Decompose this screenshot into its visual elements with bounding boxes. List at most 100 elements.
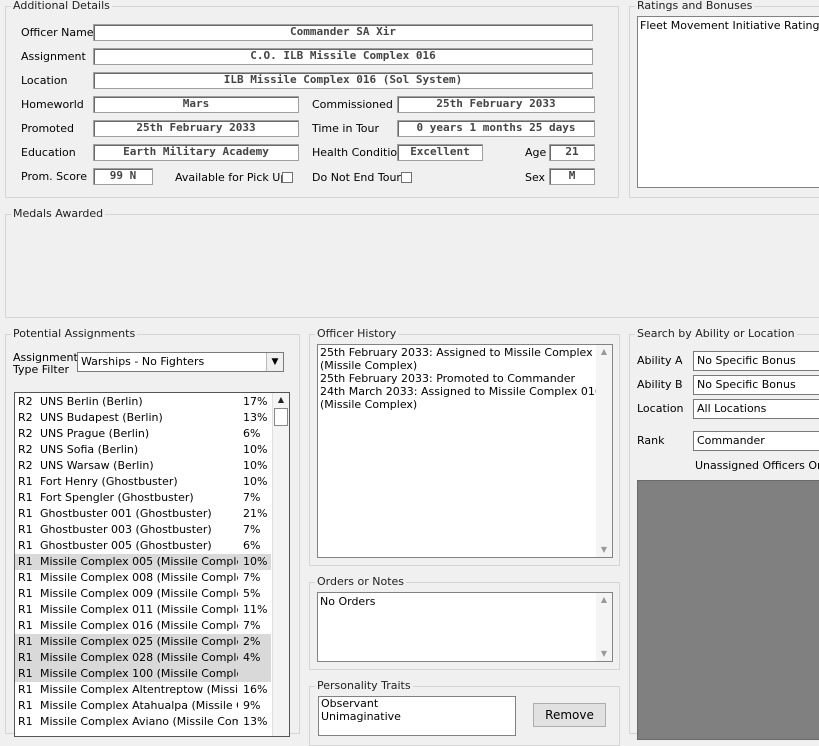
assignment-row[interactable]: R1 Fort Henry (Ghostbuster) 10% — [15, 474, 271, 490]
rating-line: Fleet Movement Initiative Rating 135 — [640, 19, 819, 32]
assignment-row[interactable]: R1 Missile Complex 005 (Missile Complex) 1… — [15, 554, 271, 570]
do-not-end-tour-checkbox[interactable] — [401, 172, 412, 183]
assignment-row[interactable]: R1 Missile Complex 016 (Missile Complex) 7… — [15, 618, 271, 634]
officer-name-field[interactable]: Commander SA Xir — [93, 24, 593, 41]
homeworld-field[interactable]: Mars — [93, 96, 299, 113]
age-field[interactable]: 21 — [549, 144, 595, 161]
scroll-down-icon[interactable]: ▼ — [596, 543, 612, 557]
chevron-down-icon[interactable]: ▼ — [266, 353, 283, 371]
assignment-row[interactable]: R1 Ghostbuster 003 (Ghostbuster) 7% — [15, 522, 271, 538]
search-title: Search by Ability or Location — [635, 327, 797, 340]
assignment-row[interactable]: R1 Missile Complex Altentreptow (Missile … — [15, 682, 271, 698]
officer-results-panel[interactable] — [637, 480, 819, 740]
scroll-down-icon[interactable]: ▼ — [596, 647, 612, 661]
officer-history-box[interactable]: 25th February 2033: Assigned to Missile … — [317, 344, 613, 558]
rank-dropdown[interactable]: Commander — [693, 431, 819, 451]
assignment-name: Fort Henry (Ghostbuster) — [40, 475, 178, 488]
assignment-rank: R2 — [18, 459, 33, 472]
assignment-row[interactable]: R2 UNS Warsaw (Berlin) 10% — [15, 458, 271, 474]
sex-field[interactable]: M — [549, 168, 595, 185]
assignment-rank: R1 — [18, 699, 33, 712]
assignment-row[interactable]: R1 Ghostbuster 005 (Ghostbuster) 6% — [15, 538, 271, 554]
prom-score-field[interactable]: 99 N — [93, 168, 153, 185]
promoted-field[interactable]: 25th February 2033 — [93, 120, 299, 137]
assignment-rank: R2 — [18, 427, 33, 440]
assignment-name: Missile Complex Atahualpa (Missile Compl… — [40, 699, 238, 712]
orders-notes-box[interactable]: No Orders ▲ ▼ — [317, 592, 613, 662]
trait-item[interactable]: Observant — [319, 697, 515, 710]
assignment-rank: R1 — [18, 587, 33, 600]
assignment-row[interactable]: R2 UNS Sofia (Berlin) 10% — [15, 442, 271, 458]
assignment-rank: R1 — [18, 491, 33, 504]
prom-score-label: Prom. Score — [21, 170, 87, 183]
assignment-percent: 6% — [243, 539, 261, 552]
commissioned-field[interactable]: 25th February 2033 — [397, 96, 595, 113]
ratings-box[interactable]: Fleet Movement Initiative Rating 135 — [637, 16, 819, 188]
orders-text: No Orders — [320, 595, 376, 608]
assignment-row[interactable]: R1 Missile Complex 009 (Missile Complex) 5… — [15, 586, 271, 602]
assignment-row[interactable]: R1 Missile Complex Atahualpa (Missile Com… — [15, 698, 271, 714]
scroll-up-icon[interactable]: ▲ — [596, 593, 612, 607]
assignment-row[interactable]: R2 UNS Berlin (Berlin) 17% — [15, 394, 271, 410]
assignment-row[interactable]: R1 Missile Complex Aviano (Missile Comple… — [15, 714, 271, 730]
assignments-scrollbar[interactable]: ▲ — [272, 393, 289, 736]
trait-item[interactable]: Unimaginative — [319, 710, 515, 723]
scroll-thumb[interactable] — [274, 408, 288, 426]
scroll-up-icon[interactable]: ▲ — [596, 345, 612, 359]
assignment-percent: 4% — [243, 651, 261, 664]
assignment-name: Missile Complex Aviano (Missile Complex) — [40, 715, 238, 728]
assignment-name: Missile Complex 016 (Missile Complex) — [40, 619, 238, 632]
officer-history-title: Officer History — [315, 327, 399, 340]
assignment-row[interactable]: R2 UNS Budapest (Berlin) 13% — [15, 410, 271, 426]
assignment-row[interactable]: R1 Missile Complex 011 (Missile Complex) 1… — [15, 602, 271, 618]
ability-b-dropdown[interactable]: No Specific Bonus — [693, 375, 819, 395]
ability-b-label: Ability B — [637, 378, 683, 391]
assignment-rank: R1 — [18, 571, 33, 584]
assignment-name: UNS Budapest (Berlin) — [40, 411, 163, 424]
assignment-rank: R1 — [18, 555, 33, 568]
assignment-percent: 16% — [243, 683, 268, 696]
type-filter-dropdown[interactable]: Warships - No Fighters ▼ — [77, 352, 284, 372]
assignment-rank: R1 — [18, 619, 33, 632]
history-scrollbar[interactable]: ▲ ▼ — [596, 345, 612, 557]
assignment-rank: R2 — [18, 443, 33, 456]
assignments-list[interactable]: R2 UNS Berlin (Berlin) 17% R2 UNS Budapest (… — [14, 392, 290, 737]
assignment-name: Fort Spengler (Ghostbuster) — [40, 491, 194, 504]
assignment-row[interactable]: R1 Ghostbuster 001 (Ghostbuster) 21% — [15, 506, 271, 522]
assignment-row[interactable]: R1 Missile Complex 100 (Missile Complex) — [15, 666, 271, 682]
assignment-field[interactable]: C.O. ILB Missile Complex 016 — [93, 48, 593, 65]
location-label: Location — [21, 74, 68, 87]
assignment-percent: 10% — [243, 459, 268, 472]
health-field[interactable]: Excellent — [397, 144, 483, 161]
assignment-name: UNS Sofia (Berlin) — [40, 443, 139, 456]
assignment-row[interactable]: R2 UNS Prague (Berlin) 6% — [15, 426, 271, 442]
assignment-percent: 10% — [243, 443, 268, 456]
orders-scrollbar[interactable]: ▲ ▼ — [596, 593, 612, 661]
location-field[interactable]: ILB Missile Complex 016 (Sol System) — [93, 72, 593, 89]
additional-details-title: Additional Details — [11, 0, 112, 12]
education-field[interactable]: Earth Military Academy — [93, 144, 299, 161]
assignment-name: Ghostbuster 005 (Ghostbuster) — [40, 539, 212, 552]
assignment-row[interactable]: R1 Fort Spengler (Ghostbuster) 7% — [15, 490, 271, 506]
assignment-rank: R1 — [18, 603, 33, 616]
time-in-tour-field[interactable]: 0 years 1 months 25 days — [397, 120, 595, 137]
ability-a-dropdown[interactable]: No Specific Bonus — [693, 351, 819, 371]
age-label: Age — [525, 146, 547, 159]
assignment-rank: R2 — [18, 395, 33, 408]
assignment-row[interactable]: R1 Missile Complex 028 (Missile Complex) 4… — [15, 650, 271, 666]
history-line: (Missile Complex) — [320, 398, 418, 411]
scroll-up-icon[interactable]: ▲ — [273, 393, 289, 407]
unassigned-only-label: Unassigned Officers Only — [695, 459, 819, 472]
assignment-name: Missile Complex 009 (Missile Complex) — [40, 587, 238, 600]
pickup-checkbox[interactable] — [282, 172, 293, 183]
assignment-percent: 5% — [243, 587, 261, 600]
assignment-row[interactable]: R1 Missile Complex 025 (Missile Complex) 2… — [15, 634, 271, 650]
assignment-rank: R1 — [18, 523, 33, 536]
assignment-name: Missile Complex 028 (Missile Complex) — [40, 651, 238, 664]
personality-traits-list[interactable]: Observant Unimaginative — [318, 696, 516, 736]
remove-trait-button[interactable]: Remove — [533, 703, 606, 727]
assignment-row[interactable]: R1 Missile Complex 008 (Missile Complex) 7… — [15, 570, 271, 586]
assignment-name: Missile Complex 011 (Missile Complex) — [40, 603, 238, 616]
search-location-dropdown[interactable]: All Locations — [693, 399, 819, 419]
potential-assignments-title: Potential Assignments — [11, 327, 138, 340]
